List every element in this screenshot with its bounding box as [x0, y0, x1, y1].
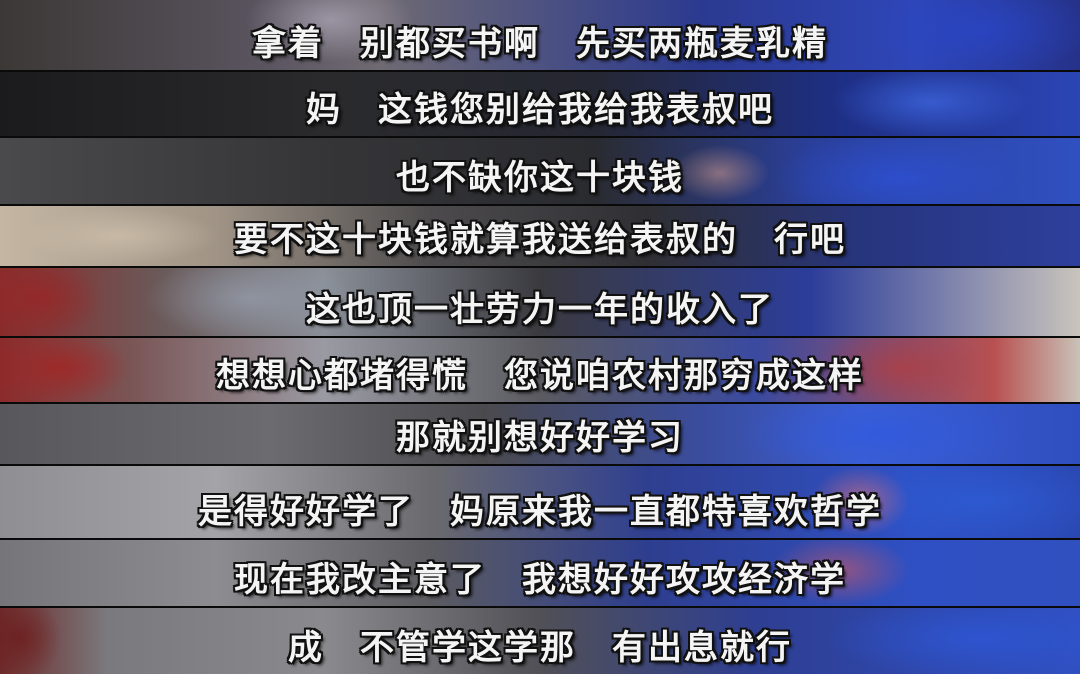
- frame-strip: 要不这十块钱就算我送给表叔的 行吧: [0, 206, 1080, 268]
- frame-strip: 成 不管学这学那 有出息就行: [0, 608, 1080, 674]
- subtitle-line: 现在我改主意了 我想好好攻攻经济学: [234, 560, 846, 600]
- subtitle-line: 妈 这钱您别给我给我表叔吧: [306, 90, 774, 130]
- frame-strip: 是得好好学了 妈原来我一直都特喜欢哲学: [0, 466, 1080, 540]
- subtitle-line: 那就别想好好学习: [396, 418, 684, 458]
- subtitle-collage: 拿着 别都买书啊 先买两瓶麦乳精 妈 这钱您别给我给我表叔吧 也不缺你这十块钱 …: [0, 0, 1080, 674]
- subtitle-line: 也不缺你这十块钱: [396, 158, 684, 198]
- subtitle-line: 想想心都堵得慌 您说咱农村那穷成这样: [216, 356, 864, 396]
- frame-strip: 想想心都堵得慌 您说咱农村那穷成这样: [0, 338, 1080, 404]
- frame-strip: 那就别想好好学习: [0, 404, 1080, 466]
- subtitle-line: 是得好好学了 妈原来我一直都特喜欢哲学: [198, 492, 882, 532]
- subtitle-line: 这也顶一壮劳力一年的收入了: [306, 290, 774, 330]
- frame-strip: 也不缺你这十块钱: [0, 138, 1080, 206]
- frame-strip: 拿着 别都买书啊 先买两瓶麦乳精: [0, 0, 1080, 72]
- frame-strip: 这也顶一壮劳力一年的收入了: [0, 268, 1080, 338]
- subtitle-line: 拿着 别都买书啊 先买两瓶麦乳精: [252, 24, 828, 64]
- frame-strip: 现在我改主意了 我想好好攻攻经济学: [0, 540, 1080, 608]
- subtitle-line: 要不这十块钱就算我送给表叔的 行吧: [234, 220, 846, 260]
- subtitle-line: 成 不管学这学那 有出息就行: [288, 628, 792, 668]
- frame-strip: 妈 这钱您别给我给我表叔吧: [0, 72, 1080, 138]
